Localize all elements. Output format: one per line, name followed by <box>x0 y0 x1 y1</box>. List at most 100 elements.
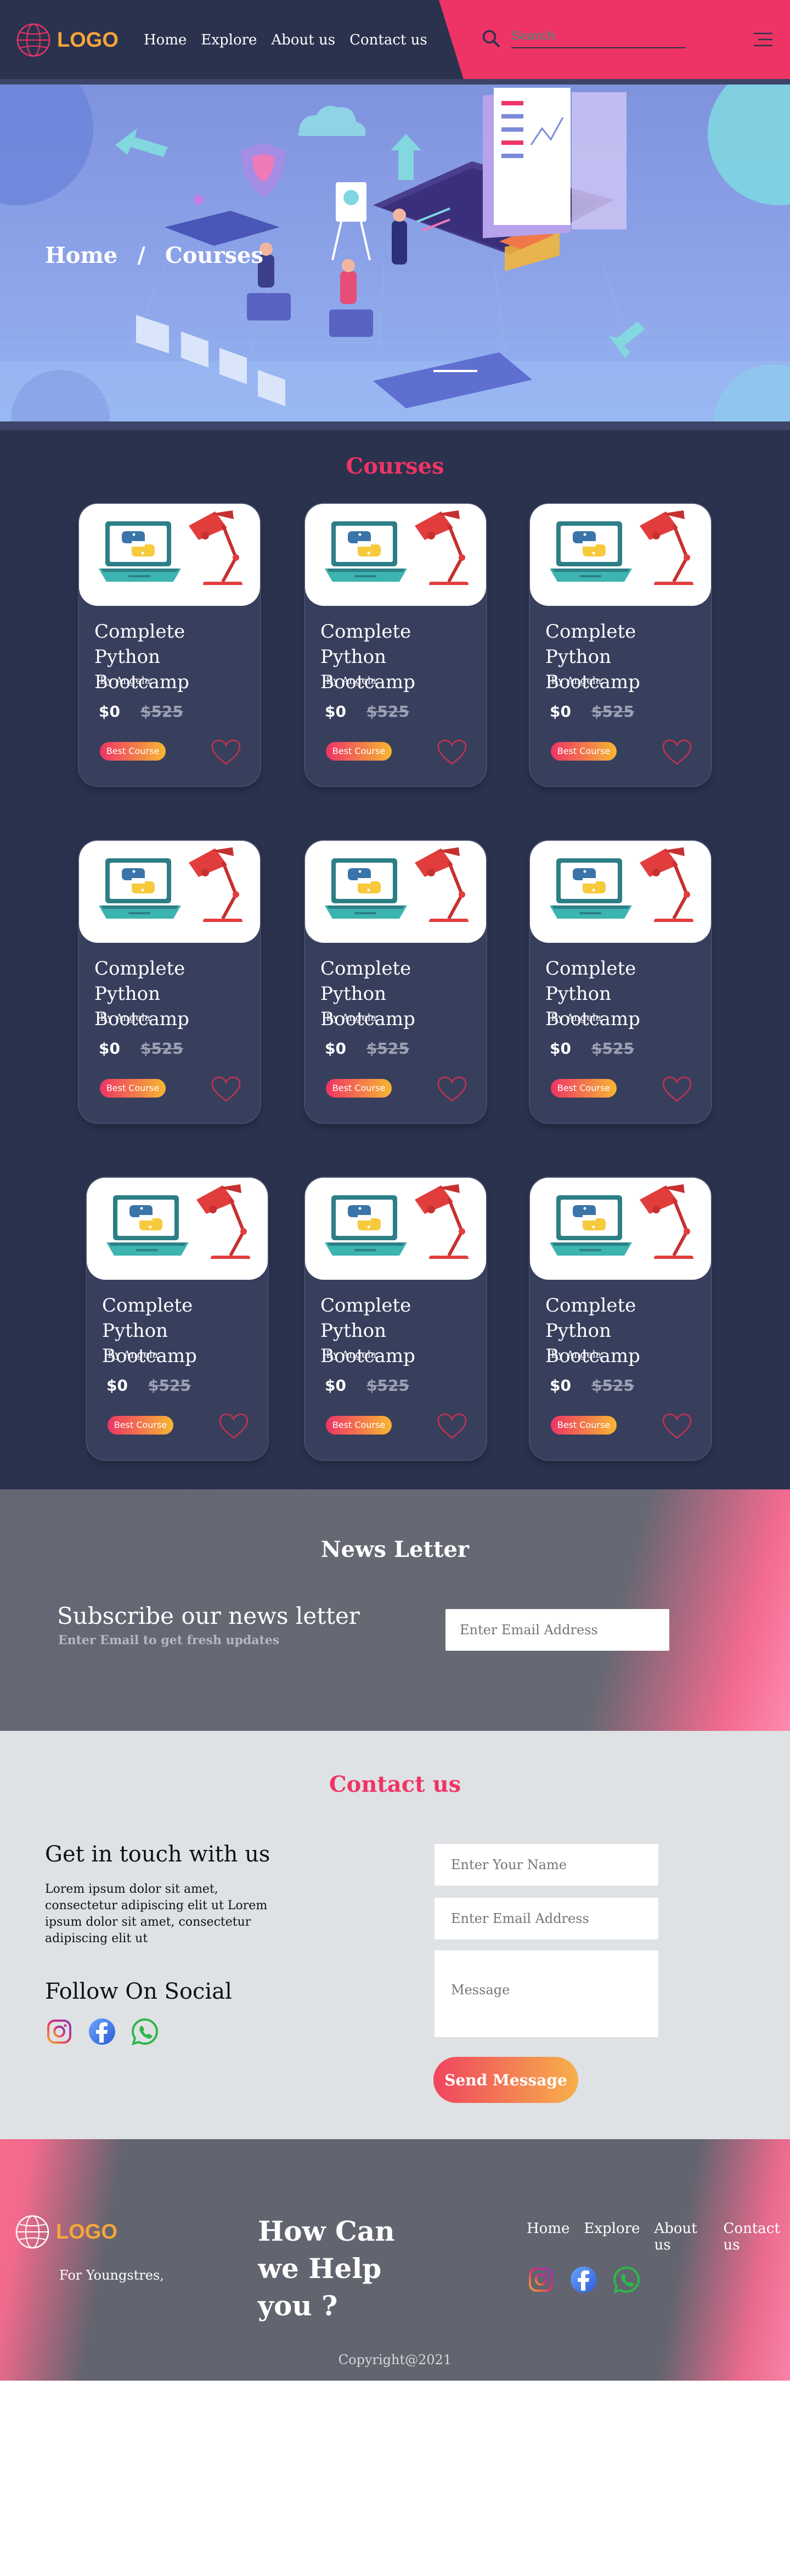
newsletter-email-input[interactable] <box>445 1609 669 1651</box>
course-old-price: $525 <box>140 1039 183 1058</box>
best-course-badge: Best Course <box>100 1079 166 1098</box>
python-laptop-illustration <box>99 510 242 585</box>
best-course-badge: Best Course <box>551 742 617 761</box>
course-old-price: $525 <box>366 1039 409 1058</box>
nav-link-home[interactable]: Home <box>144 32 187 48</box>
course-old-price: $525 <box>366 702 409 721</box>
course-price: $0 <box>106 1376 128 1394</box>
footer-tagline: For Youngstres, <box>59 2268 164 2283</box>
search-input[interactable] <box>511 29 686 48</box>
course-image <box>79 504 260 606</box>
course-author: By Angela <box>326 1012 377 1023</box>
name-input[interactable] <box>435 1844 658 1886</box>
course-price: $0 <box>325 1376 346 1394</box>
nav-link-contact[interactable]: Contact us <box>349 32 427 48</box>
site-footer: LOGO For Youngstres, How Can we Help you… <box>0 2139 790 2381</box>
course-author: By Angela <box>100 1012 151 1023</box>
course-card[interactable]: Complete Python Bootcamp By Angela $0 $5… <box>530 504 711 786</box>
course-card[interactable]: Complete Python Bootcamp By Angela $0 $5… <box>79 841 260 1123</box>
footer-logo[interactable]: LOGO <box>14 2214 117 2250</box>
contact-heading: Get in touch with us <box>45 1842 270 1867</box>
course-image <box>79 841 260 943</box>
best-course-badge: Best Course <box>326 742 392 761</box>
course-card[interactable]: Complete Python Bootcamp By Angela $0 $5… <box>530 841 711 1123</box>
course-card[interactable]: Complete Python Bootcamp By Angela $0 $5… <box>530 1178 711 1460</box>
site-logo[interactable]: LOGO <box>15 22 119 58</box>
footer-social-icons <box>527 2265 641 2294</box>
best-course-badge: Best Course <box>108 1416 173 1435</box>
search-icon[interactable] <box>482 29 500 48</box>
course-card[interactable]: Complete Python Bootcamp By Angela $0 $5… <box>79 504 260 786</box>
course-price: $0 <box>550 702 571 721</box>
python-laptop-illustration <box>550 510 693 585</box>
heart-icon[interactable] <box>437 739 467 766</box>
footer-link-about[interactable]: About us <box>654 2220 709 2253</box>
course-old-price: $525 <box>140 702 183 721</box>
heart-icon[interactable] <box>662 1413 692 1440</box>
course-image <box>87 1178 268 1280</box>
heart-icon[interactable] <box>211 739 241 766</box>
whatsapp-icon[interactable] <box>131 2017 159 2046</box>
newsletter-heading: Subscribe our news letter <box>57 1602 360 1629</box>
python-laptop-illustration <box>550 847 693 922</box>
heart-icon[interactable] <box>211 1076 241 1103</box>
hero-banner: Home / Courses <box>0 85 790 428</box>
course-image <box>530 1178 711 1280</box>
course-old-price: $525 <box>591 1376 634 1394</box>
course-image <box>530 504 711 606</box>
whatsapp-icon[interactable] <box>612 2265 641 2294</box>
python-laptop-illustration <box>550 1184 693 1259</box>
logo-text: LOGO <box>57 28 119 52</box>
course-old-price: $525 <box>366 1376 409 1394</box>
contact-social-icons <box>45 2017 159 2046</box>
course-author: By Angela <box>100 675 151 687</box>
message-textarea[interactable] <box>435 1950 658 2037</box>
send-message-button[interactable]: Send Message <box>433 2057 578 2103</box>
footer-link-contact[interactable]: Contact us <box>724 2220 790 2253</box>
courses-title: Courses <box>346 453 444 479</box>
breadcrumb-current: Courses <box>165 243 264 268</box>
email-input[interactable] <box>435 1898 658 1939</box>
course-price: $0 <box>550 1376 571 1394</box>
best-course-badge: Best Course <box>551 1416 617 1435</box>
best-course-badge: Best Course <box>326 1416 392 1435</box>
top-navbar: LOGO Home Explore About us Contact us <box>0 0 790 79</box>
breadcrumb-home[interactable]: Home <box>45 243 117 268</box>
course-card[interactable]: Complete Python Bootcamp By Angela $0 $5… <box>87 1178 268 1460</box>
course-price: $0 <box>99 702 120 721</box>
footer-link-explore[interactable]: Explore <box>584 2220 640 2253</box>
breadcrumb-separator: / <box>137 243 145 268</box>
copyright-text: Copyright@2021 <box>338 2352 452 2367</box>
course-old-price: $525 <box>591 702 634 721</box>
course-author: By Angela <box>326 1349 377 1360</box>
course-card[interactable]: Complete Python Bootcamp By Angela $0 $5… <box>305 504 486 786</box>
nav-link-about[interactable]: About us <box>271 32 335 48</box>
instagram-icon[interactable] <box>45 2017 74 2046</box>
facebook-icon[interactable] <box>88 2017 116 2046</box>
python-laptop-illustration <box>99 847 242 922</box>
course-price: $0 <box>99 1039 120 1058</box>
instagram-icon[interactable] <box>527 2265 555 2294</box>
course-old-price: $525 <box>148 1376 191 1394</box>
course-author: By Angela <box>551 675 602 687</box>
heart-icon[interactable] <box>662 1076 692 1103</box>
nav-link-explore[interactable]: Explore <box>201 32 257 48</box>
heart-icon[interactable] <box>218 1413 249 1440</box>
course-card[interactable]: Complete Python Bootcamp By Angela $0 $5… <box>305 841 486 1123</box>
globe-icon <box>16 23 50 57</box>
facebook-icon[interactable] <box>569 2265 598 2294</box>
contact-description: Lorem ipsum dolor sit amet, consectetur … <box>45 1882 268 1945</box>
courses-section: Courses Complete Python Bootcamp By Ange… <box>0 430 790 1489</box>
footer-links: Home Explore About us Contact us <box>527 2220 790 2253</box>
heart-icon[interactable] <box>437 1413 467 1440</box>
course-image <box>530 841 711 943</box>
best-course-badge: Best Course <box>551 1079 617 1098</box>
course-price: $0 <box>325 702 346 721</box>
python-laptop-illustration <box>325 510 469 585</box>
footer-link-home[interactable]: Home <box>527 2220 569 2253</box>
course-card[interactable]: Complete Python Bootcamp By Angela $0 $5… <box>305 1178 486 1460</box>
course-author: By Angela <box>551 1349 602 1360</box>
heart-icon[interactable] <box>662 739 692 766</box>
hamburger-menu-icon[interactable] <box>754 32 772 47</box>
heart-icon[interactable] <box>437 1076 467 1103</box>
